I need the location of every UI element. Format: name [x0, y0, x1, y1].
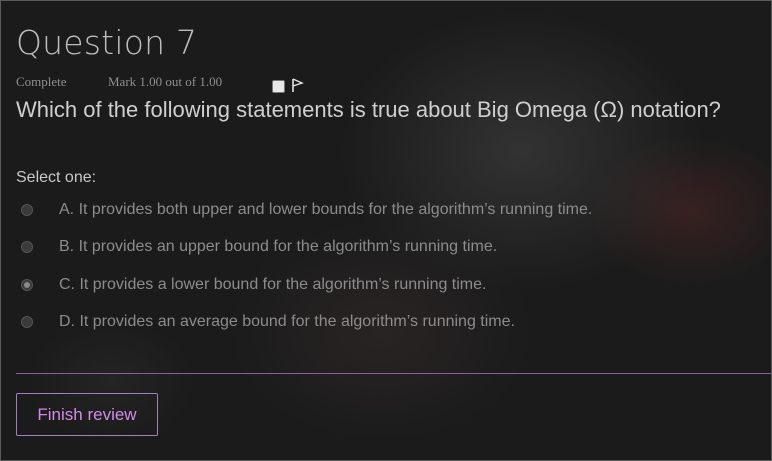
answer-option-b[interactable]: B. It provides an upper bound for the al… [21, 236, 497, 258]
answer-option-label: C. It provides a lower bound for the alg… [59, 276, 487, 293]
radio-b[interactable] [21, 241, 33, 253]
answer-option-label: D. It provides an average bound for the … [59, 313, 515, 330]
question-text: Which of the following statements is tru… [16, 97, 721, 122]
radio-a[interactable] [21, 204, 33, 216]
question-state: Complete [16, 74, 67, 89]
answer-option-label: B. It provides an upper bound for the al… [59, 238, 498, 255]
flag-icon[interactable] [290, 77, 304, 93]
answer-prompt: Select one: [16, 169, 97, 186]
answer-option-d[interactable]: D. It provides an average bound for the … [21, 311, 515, 333]
answer-option-c[interactable]: C. It provides a lower bound for the alg… [21, 274, 486, 296]
finish-review-button[interactable]: Finish review [16, 393, 158, 436]
answer-option-label: A. It provides both upper and lower boun… [59, 201, 593, 218]
flag-question-checkbox[interactable] [272, 80, 285, 93]
question-number-heading: Question 7 [16, 23, 198, 62]
radio-c[interactable] [21, 279, 33, 291]
answer-option-a[interactable]: A. It provides both upper and lower boun… [21, 199, 592, 221]
radio-d[interactable] [21, 316, 33, 328]
quiz-review-panel: Question 7 Complete Mark 1.00 out of 1.0… [0, 0, 772, 461]
question-grade: Mark 1.00 out of 1.00 [108, 74, 223, 89]
section-divider [16, 373, 771, 374]
